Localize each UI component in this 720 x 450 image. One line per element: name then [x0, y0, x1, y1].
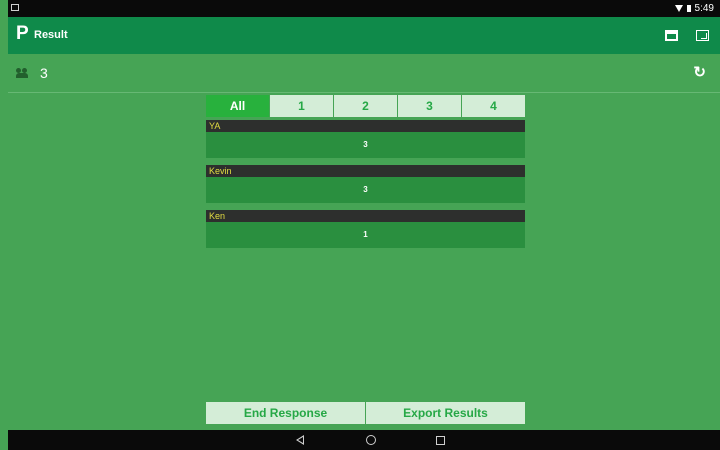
tab-3[interactable]: 3 [397, 95, 461, 117]
respondent-name: Ken [206, 210, 525, 222]
app-logo: P [16, 23, 29, 44]
export-results-button[interactable]: Export Results [365, 402, 525, 424]
system-nav-bar [8, 430, 720, 450]
app-bar: P Result [8, 17, 720, 54]
battery-icon [686, 5, 691, 12]
tab-all[interactable]: All [206, 95, 269, 117]
response-value: 1 [206, 222, 525, 248]
wifi-icon [674, 5, 683, 12]
home-icon[interactable] [366, 435, 376, 445]
recent-apps-icon[interactable] [436, 436, 445, 445]
response-list: YA 3 Kevin 3 Ken 1 [206, 120, 525, 255]
users-icon [16, 68, 29, 78]
status-bar: 5:49 [8, 0, 720, 17]
list-item: YA 3 [206, 120, 525, 158]
participant-count: 3 [40, 65, 48, 81]
status-time: 5:49 [694, 3, 714, 14]
refresh-icon[interactable]: ↻ [693, 65, 706, 80]
notification-icon [11, 4, 19, 11]
list-item: Kevin 3 [206, 165, 525, 203]
page-title: Result [34, 29, 68, 41]
fit-screen-icon[interactable] [696, 30, 709, 41]
tab-1[interactable]: 1 [269, 95, 333, 117]
end-response-button[interactable]: End Response [206, 402, 365, 424]
respondent-name: YA [206, 120, 525, 132]
list-item: Ken 1 [206, 210, 525, 248]
tab-4[interactable]: 4 [461, 95, 525, 117]
back-icon[interactable] [296, 435, 304, 445]
respondent-name: Kevin [206, 165, 525, 177]
action-buttons: End Response Export Results [206, 402, 525, 424]
info-bar: 3 ↻ [8, 54, 720, 93]
question-tabs: All 1 2 3 4 [206, 95, 525, 117]
tab-2[interactable]: 2 [333, 95, 397, 117]
chat-icon[interactable] [665, 30, 678, 41]
response-value: 3 [206, 132, 525, 158]
response-value: 3 [206, 177, 525, 203]
